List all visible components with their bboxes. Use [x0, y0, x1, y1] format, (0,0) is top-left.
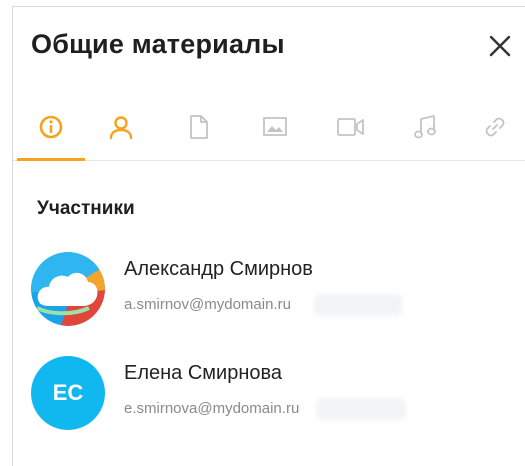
tab-audio[interactable] — [395, 99, 455, 155]
info-icon — [39, 115, 63, 139]
tab-links[interactable] — [465, 99, 525, 155]
tabs-divider — [13, 160, 525, 161]
shared-materials-panel: Общие материалы Участники Александр Смир… — [12, 6, 525, 466]
member-list-item[interactable]: EC Елена Смирнова e.smirnova@mydomain.ru — [31, 356, 525, 436]
link-icon — [485, 117, 505, 137]
blurred-badge — [314, 294, 402, 316]
file-icon — [190, 115, 208, 139]
tab-info[interactable] — [21, 99, 81, 155]
user-icon — [109, 116, 133, 140]
video-icon — [337, 118, 364, 136]
avatar — [31, 252, 105, 326]
tab-files[interactable] — [169, 99, 229, 155]
member-list-item[interactable]: Александр Смирнов a.smirnov@mydomain.ru — [31, 252, 525, 332]
image-icon — [263, 117, 287, 136]
member-name: Александр Смирнов — [124, 258, 313, 280]
tab-members[interactable] — [91, 99, 151, 155]
avatar: EC — [31, 356, 105, 430]
close-icon — [489, 35, 511, 57]
close-button[interactable] — [483, 29, 517, 63]
blurred-badge — [316, 398, 406, 420]
cloud-logo-icon — [31, 252, 105, 326]
member-email: a.smirnov@mydomain.ru — [124, 296, 291, 313]
members-section-title: Участники — [37, 198, 135, 219]
active-tab-indicator — [17, 158, 85, 161]
panel-title: Общие материалы — [31, 29, 285, 59]
avatar-initials: EC — [52, 380, 84, 405]
music-icon — [414, 115, 436, 139]
tab-videos[interactable] — [321, 99, 381, 155]
tab-images[interactable] — [245, 99, 305, 155]
member-name: Елена Смирнова — [124, 362, 283, 384]
member-email: e.smirnova@mydomain.ru — [124, 400, 300, 417]
tab-bar — [13, 99, 525, 157]
app-window: Общие материалы Участники Александр Смир… — [0, 0, 525, 466]
